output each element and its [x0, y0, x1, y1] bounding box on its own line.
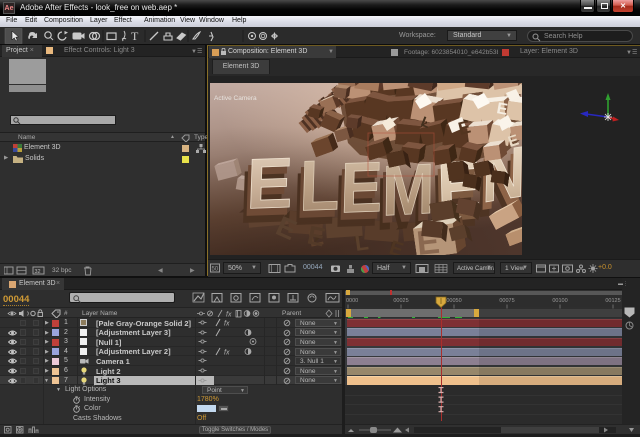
- svg-text:Active Camera: Active Camera: [214, 95, 257, 102]
- svg-text:T: T: [131, 29, 139, 43]
- svg-text:00125: 00125: [605, 298, 620, 304]
- svg-text:00050: 00050: [446, 298, 461, 304]
- svg-text:32: 32: [35, 269, 41, 275]
- svg-text:fx: fx: [224, 321, 230, 328]
- svg-text:fx: fx: [224, 349, 230, 356]
- svg-text:50: 50: [212, 267, 219, 273]
- svg-text:00025: 00025: [393, 298, 408, 304]
- svg-text:00100: 00100: [552, 298, 567, 304]
- svg-text:0000: 0000: [346, 298, 358, 304]
- svg-text:00075: 00075: [499, 298, 514, 304]
